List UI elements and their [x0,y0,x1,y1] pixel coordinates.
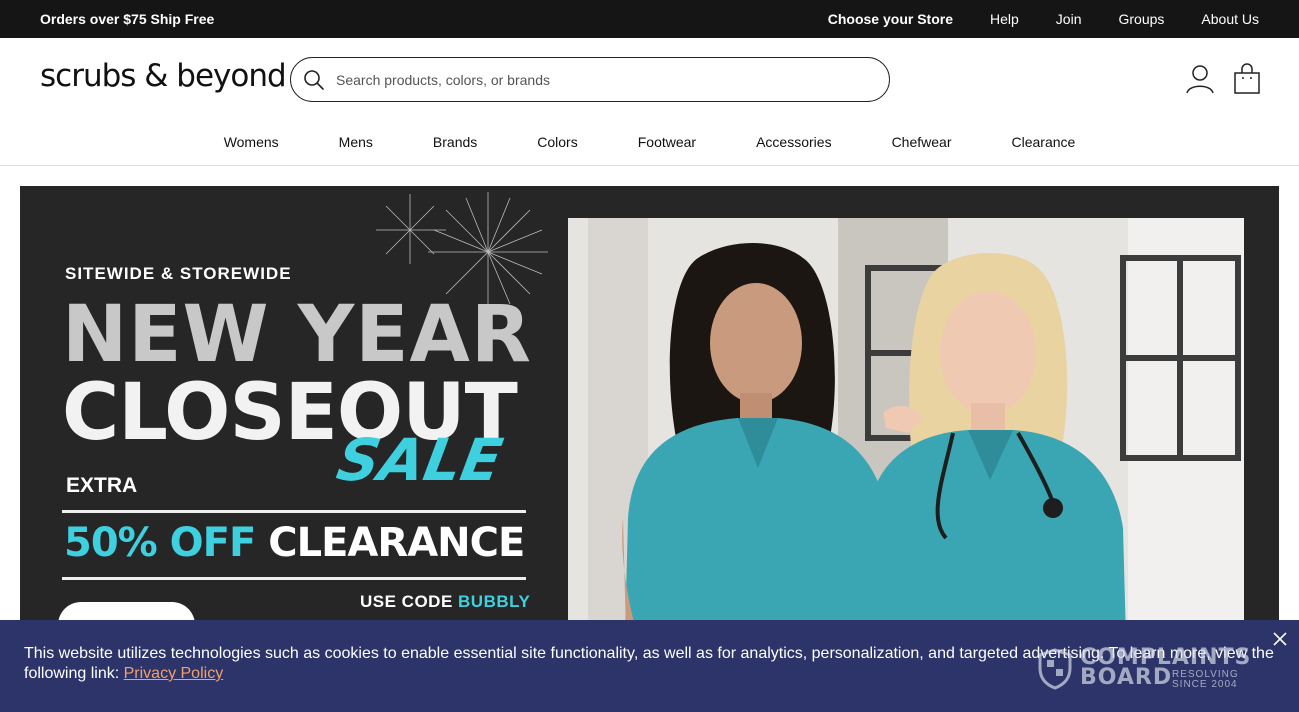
nav-mens[interactable]: Mens [339,134,373,150]
search-bar[interactable] [290,57,890,102]
groups-link[interactable]: Groups [1118,11,1164,27]
hero-headline-line1: NEW YEAR [62,290,532,380]
nav-footwear[interactable]: Footwear [638,134,696,150]
shield-icon [1038,648,1072,690]
hero-offer-percent: 50% OFF [64,520,256,566]
promo-top-bar: Orders over $75 Ship Free Choose your St… [0,0,1299,38]
hero-kicker: SITEWIDE & STOREWIDE [65,264,292,283]
utility-links: Choose your Store Help Join Groups About… [828,11,1259,27]
cookie-consent-banner: This website utilizes technologies such … [0,620,1299,712]
complaints-board-watermark: COMPLAINTS BOARD RESOLVING SINCE 2004 [1038,646,1253,692]
account-icon[interactable] [1184,63,1216,95]
help-link[interactable]: Help [990,11,1019,27]
hero-divider-bottom [62,577,526,580]
promo-code-line: USE CODE BUBBLY [360,592,530,612]
about-us-link[interactable]: About Us [1201,11,1259,27]
hero-extra-label: EXTRA [66,474,138,497]
promo-code-prefix: USE CODE [360,592,453,611]
site-header: scrubs & beyond [0,38,1299,122]
search-input[interactable] [336,68,856,92]
nav-womens[interactable]: Womens [224,134,279,150]
shipping-promo[interactable]: Orders over $75 Ship Free [40,11,214,27]
watermark-tagline: RESOLVING SINCE 2004 [1172,670,1239,690]
nav-clearance[interactable]: Clearance [1011,134,1075,150]
hero-offer-text: CLEARANCE [268,520,525,566]
nav-colors[interactable]: Colors [537,134,577,150]
hero-sale-word: SALE [332,426,508,494]
hero-divider-top [62,510,526,513]
nav-accessories[interactable]: Accessories [756,134,831,150]
join-link[interactable]: Join [1056,11,1082,27]
site-logo[interactable]: scrubs & beyond [40,58,287,94]
hero-offer: 50% OFF CLEARANCE [64,520,525,566]
watermark-name-line2: BOARD [1080,665,1173,690]
privacy-policy-link[interactable]: Privacy Policy [124,665,224,682]
main-navigation: Womens Mens Brands Colors Footwear Acces… [0,122,1299,166]
promo-code: BUBBLY [458,592,531,611]
search-icon[interactable] [303,69,325,91]
nav-chefwear[interactable]: Chefwear [892,134,952,150]
nav-brands[interactable]: Brands [433,134,477,150]
close-icon[interactable] [1271,630,1289,648]
shopping-bag-icon[interactable] [1231,63,1263,95]
watermark-tag-line2: SINCE 2004 [1172,679,1238,690]
choose-store-link[interactable]: Choose your Store [828,11,953,27]
